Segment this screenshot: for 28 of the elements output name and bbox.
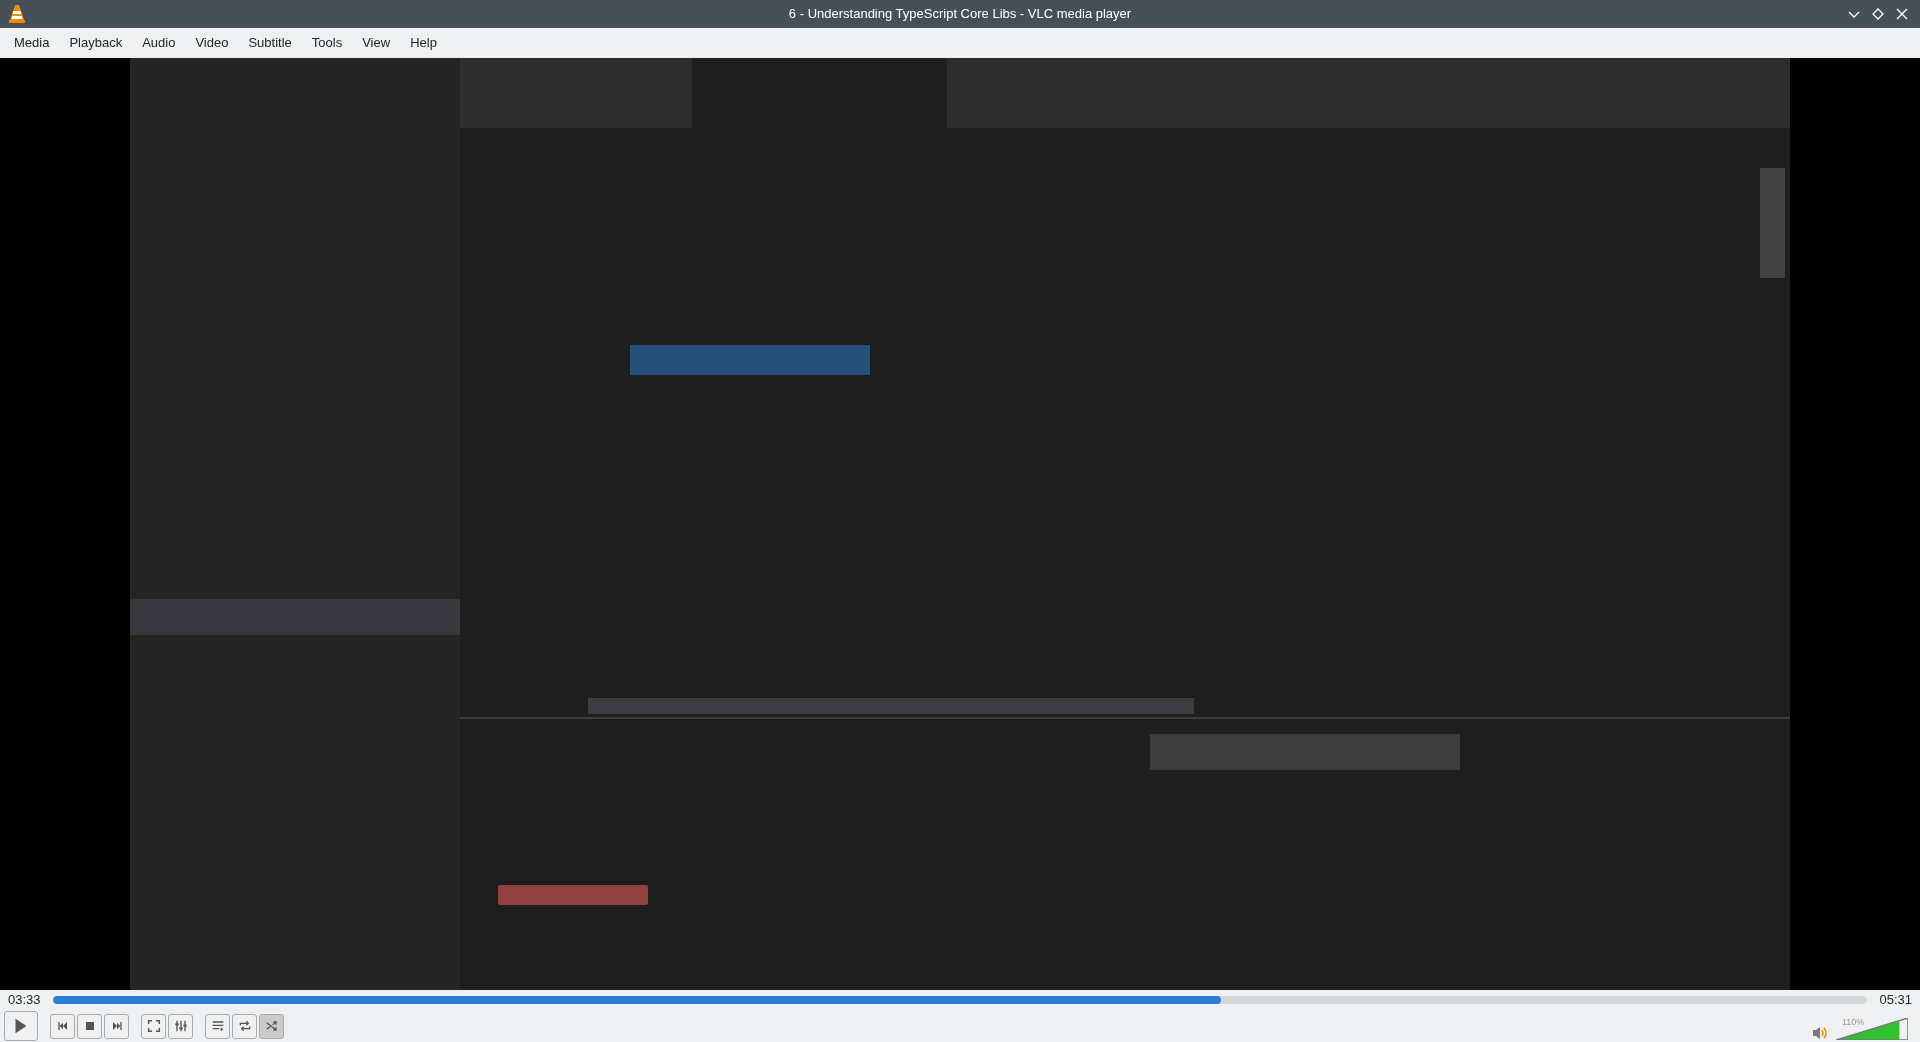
- menu-item[interactable]: Audio: [132, 29, 186, 57]
- menu-item[interactable]: Video: [185, 29, 239, 57]
- speaker-icon[interactable]: [1812, 1026, 1828, 1040]
- close-icon[interactable]: [1896, 8, 1908, 20]
- menu-item[interactable]: Tools: [301, 29, 353, 57]
- seek-bar[interactable]: [52, 996, 1868, 1004]
- menu-item[interactable]: Help: [400, 29, 447, 57]
- menu-item[interactable]: Media: [4, 29, 60, 57]
- traffic-cone-icon: [8, 4, 26, 24]
- total-time: 05:31: [1879, 991, 1912, 1010]
- loop-button[interactable]: [232, 1013, 257, 1039]
- elapsed-time: 03:33: [8, 991, 41, 1010]
- stop-button[interactable]: [77, 1013, 102, 1039]
- shuffle-button[interactable]: [259, 1013, 284, 1039]
- window-title: 6 - Understanding TypeScript Core Libs - VLC media player: [788, 5, 1132, 24]
- sliders-icon: [172, 1018, 189, 1034]
- playlist-button[interactable]: [205, 1013, 230, 1039]
- play-button[interactable]: [4, 1011, 38, 1041]
- previous-button[interactable]: [50, 1013, 75, 1039]
- next-button[interactable]: [104, 1013, 129, 1039]
- maximize-icon[interactable]: [1872, 8, 1884, 20]
- menu-item[interactable]: View: [352, 29, 401, 57]
- sliders-button[interactable]: [168, 1013, 193, 1039]
- menu-item[interactable]: Playback: [59, 29, 133, 57]
- volume-reading: 110%: [1842, 1016, 1865, 1029]
- menu-item[interactable]: Subtitle: [238, 29, 302, 57]
- fullscreen-button[interactable]: [141, 1013, 166, 1039]
- fullscreen-icon: [145, 1018, 162, 1034]
